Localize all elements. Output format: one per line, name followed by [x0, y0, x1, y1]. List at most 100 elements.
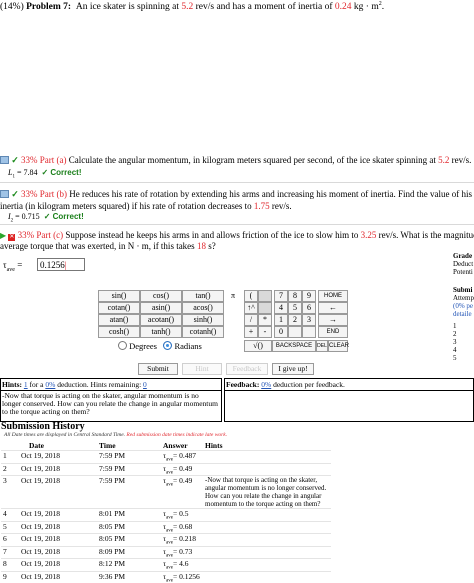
- part-a-text: Calculate the angular momentum, in kilog…: [68, 155, 439, 165]
- tanh-button[interactable]: tanh(): [140, 326, 182, 338]
- digit-7-button[interactable]: 7: [274, 290, 288, 302]
- detail-link[interactable]: detaile: [453, 310, 474, 318]
- feedback-button[interactable]: Feedback: [226, 363, 268, 375]
- table-row: 8 Oct 19, 2018 8:12 PM τave= 4.6: [1, 558, 331, 571]
- col-hints: Hints: [205, 441, 223, 450]
- row-time: 8:09 PM: [87, 545, 161, 559]
- sin-button[interactable]: sin(): [98, 290, 140, 302]
- sqrt-button[interactable]: √(): [244, 340, 272, 352]
- row-time: 8:12 PM: [87, 558, 161, 571]
- minus-button[interactable]: -: [258, 326, 272, 338]
- potential-label: Potenti: [453, 268, 473, 276]
- sinh-button[interactable]: sinh(): [182, 314, 224, 326]
- degrees-radio[interactable]: [118, 341, 127, 350]
- hint-button[interactable]: Hint: [182, 363, 222, 375]
- digit-6-button[interactable]: 6: [302, 302, 316, 314]
- blank-button[interactable]: [288, 326, 302, 338]
- asin-button[interactable]: asin(): [140, 302, 182, 314]
- row-number: 2: [1, 462, 15, 476]
- history-table: Date Time Answer Hints 1 Oct 19, 2018 7:59…: [1, 441, 331, 583]
- part-c-value2: 18: [196, 241, 206, 251]
- digit-3-button[interactable]: 3: [302, 314, 316, 326]
- deduct-label: Deduct: [453, 260, 474, 268]
- multiply-button[interactable]: *: [258, 314, 272, 326]
- delete-button[interactable]: DEL: [316, 340, 328, 352]
- blank-button[interactable]: [258, 302, 272, 314]
- table-row: 3 Oct 19, 2018 7:59 PM τave= 0.49 -Now that …: [1, 475, 331, 509]
- cosh-button[interactable]: cosh(): [98, 326, 140, 338]
- tan-button[interactable]: tan(): [182, 290, 224, 302]
- part-c-value1: 3.25: [360, 230, 377, 240]
- pi-button[interactable]: π: [226, 290, 240, 302]
- digit-1-button[interactable]: 1: [274, 314, 288, 326]
- feedback-pct: 0%: [261, 380, 272, 389]
- acotan-button[interactable]: acotan(): [140, 314, 182, 326]
- acos-button[interactable]: acos(): [182, 302, 224, 314]
- row-hint: [203, 462, 331, 476]
- row-answer: τave= 0.73: [161, 545, 203, 559]
- problem-text: An ice skater is spinning at: [75, 2, 182, 13]
- radians-radio[interactable]: [163, 341, 173, 350]
- home-button[interactable]: HOME: [318, 290, 348, 302]
- digit-2-button[interactable]: 2: [288, 314, 302, 326]
- feedback-text: deduction per feedback.: [271, 380, 345, 389]
- digit-8-button[interactable]: 8: [288, 290, 302, 302]
- give-up-button[interactable]: I give up!: [272, 363, 314, 375]
- pct-label: (0% pe: [453, 302, 474, 310]
- row-hint: [203, 508, 331, 521]
- part-c-line2-text: average torque that was exerted, in N · …: [0, 241, 197, 251]
- right-arrow-button[interactable]: →: [318, 314, 348, 326]
- part-a-header[interactable]: ✓ 33% Part (a) Calculate the angular mom…: [0, 155, 471, 166]
- table-row: 7 Oct 19, 2018 8:09 PM τave= 0.73: [1, 545, 331, 559]
- feedback-panel: Feedback: 0% deduction per feedback.: [224, 378, 474, 422]
- blank-button[interactable]: [302, 326, 316, 338]
- answer-tau-sub: ave: [166, 528, 173, 533]
- part-c-header[interactable]: ▶ ✕ 33% Part (c) Suppose instead he keep…: [0, 230, 474, 241]
- cotanh-button[interactable]: cotanh(): [182, 326, 224, 338]
- feedback-label: Feedback:: [226, 380, 260, 389]
- row-number: 4: [1, 508, 15, 521]
- part-b-header[interactable]: ✓ 33% Part (b) He reduces his rate of ro…: [0, 189, 474, 200]
- hints-summary: Hints: 1 for a 0% deduction. Hints remai…: [2, 380, 147, 389]
- part-c-label: 33% Part (c): [17, 230, 64, 240]
- answer-input-value: 0.1256: [40, 260, 65, 270]
- left-arrow-button[interactable]: ←: [318, 302, 348, 314]
- answer-value: = 4.6: [172, 559, 189, 568]
- part-c-text2: rev/s. What is the magnitude: [376, 230, 474, 240]
- atan-button[interactable]: atan(): [98, 314, 140, 326]
- submit-button[interactable]: Submit: [138, 363, 178, 375]
- backspace-button[interactable]: BACKSPACE: [272, 340, 316, 352]
- problem-percent: (14%): [0, 2, 24, 13]
- plus-button[interactable]: +: [244, 326, 258, 338]
- cos-button[interactable]: cos(): [140, 290, 182, 302]
- problem-title: Problem 7:: [26, 2, 72, 13]
- problem-inertia: 0.24: [334, 2, 352, 13]
- text-caret: |: [64, 260, 67, 270]
- end-button[interactable]: END: [318, 326, 348, 338]
- divide-button[interactable]: /: [244, 314, 258, 326]
- row-date: Oct 19, 2018: [15, 558, 87, 571]
- blank-button[interactable]: [258, 290, 272, 302]
- col-num: [1, 441, 15, 451]
- problem-inertia-unit: kg · m: [351, 2, 379, 13]
- close-icon: ✕: [8, 234, 16, 241]
- clear-button[interactable]: CLEAR: [328, 340, 349, 352]
- answer-input[interactable]: 0.1256|: [37, 258, 85, 271]
- row-date: Oct 19, 2018: [15, 520, 87, 534]
- row-hint: -Now that torque is acting on the skater…: [203, 475, 331, 509]
- digit-0-button[interactable]: 0: [274, 326, 288, 338]
- mail-icon: [0, 190, 9, 198]
- answer-value: = 0.487: [172, 451, 196, 460]
- digit-9-button[interactable]: 9: [302, 290, 316, 302]
- table-row: 1 Oct 19, 2018 7:59 PM τave= 0.487: [1, 450, 331, 463]
- digit-4-button[interactable]: 4: [274, 302, 288, 314]
- row-number: 3: [1, 475, 15, 509]
- cotan-button[interactable]: cotan(): [98, 302, 140, 314]
- digit-5-button[interactable]: 5: [288, 302, 302, 314]
- open-paren-button[interactable]: (: [244, 290, 258, 302]
- grade-sidebar: Grade Deduct Potenti: [453, 252, 473, 276]
- answer-tau-sub: ave: [166, 553, 173, 558]
- submission-sidebar: Submi Attemp (0% pe detaile 1 2 3 4 5: [453, 286, 474, 362]
- power-button[interactable]: ↑^: [244, 302, 258, 314]
- row-answer: τave= 0.49: [161, 475, 203, 509]
